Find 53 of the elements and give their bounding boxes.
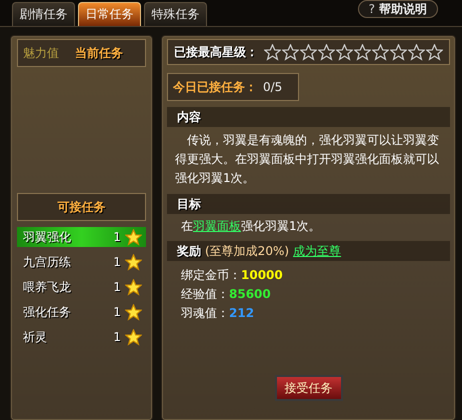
task-name: 喂养飞龙 [23, 278, 72, 296]
task-count: 1 [113, 305, 121, 319]
task-count: 1 [113, 230, 121, 244]
panel-link[interactable]: 羽翼面板 [193, 219, 241, 233]
star-icon [336, 44, 353, 60]
task-item[interactable]: 喂养飞龙 1 [17, 277, 146, 297]
section-title: 目标 [177, 196, 201, 212]
reward-line: 羽魂值：212 [181, 305, 256, 322]
star-icon [264, 44, 281, 60]
task-item[interactable]: 九宫历练 1 [17, 252, 146, 272]
star-icon [125, 228, 142, 246]
tab[interactable]: 日常任务 [78, 2, 141, 26]
star-icon [125, 254, 142, 270]
reward-line: 经验值：85600 [181, 286, 272, 303]
task-count: 1 [113, 330, 121, 344]
task-item[interactable]: 祈灵 1 [17, 327, 146, 347]
star-icon [125, 328, 142, 346]
task-count: 1 [113, 255, 121, 269]
task-name: 羽翼强化 [23, 228, 72, 246]
accept-button[interactable]: 接受任务 [274, 375, 342, 401]
tab[interactable]: 剧情任务 [12, 2, 75, 26]
content-text: 传说，羽翼是有魂魄的，强化羽翼可以让羽翼变得更强大。在羽翼面板中打开羽翼强化面板就可以强化羽翼1次。 [174, 132, 440, 187]
today-label: 今日已接任务： [173, 78, 257, 96]
goal-text: 在羽翼面板强化羽翼1次。 [180, 218, 322, 235]
task-item[interactable]: 强化任务 1 [17, 302, 146, 322]
vip-link[interactable]: 成为至尊 [293, 242, 342, 260]
help-button[interactable]: ? 帮助说明 [358, 0, 438, 18]
tab[interactable]: 特殊任务 [144, 2, 207, 26]
section-title: 内容 [177, 108, 201, 126]
task-name: 强化任务 [23, 304, 72, 320]
reward-line: 绑定金币：10000 [181, 267, 284, 284]
star-icon [390, 44, 407, 60]
task-count: 1 [113, 280, 121, 294]
question-icon: ? [368, 2, 375, 16]
star-icon [125, 278, 142, 296]
star-icon [408, 44, 425, 60]
section-title: 奖励 [177, 242, 201, 260]
star-icon [372, 44, 389, 60]
star-icon [318, 44, 335, 60]
star-icon [354, 44, 371, 60]
star-icon [426, 44, 443, 60]
today-value: 0/5 [263, 80, 282, 94]
help-label: 帮助说明 [379, 0, 427, 18]
task-name: 九宫历练 [23, 254, 72, 270]
star-icon [282, 44, 299, 60]
overlay-text: 魅力值 [23, 45, 59, 62]
star-icon [125, 304, 142, 320]
section-title: 可接任务 [58, 198, 106, 216]
task-name: 祈灵 [23, 328, 48, 346]
star-level-label: 已接最高星级： [174, 44, 258, 60]
bonus-text: (至尊加成20%) [205, 242, 290, 260]
section-title: 当前任务 [75, 44, 123, 62]
star-icon [300, 44, 317, 60]
